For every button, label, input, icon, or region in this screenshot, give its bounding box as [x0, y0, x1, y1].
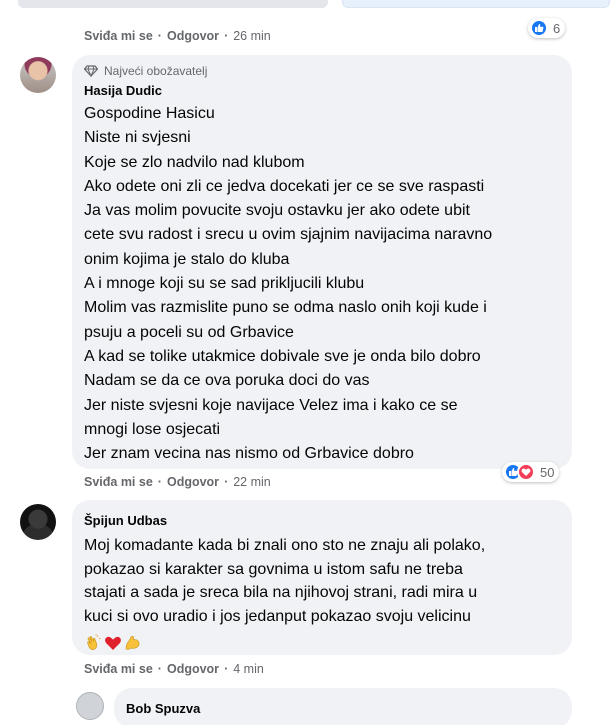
separator-dot: ·	[157, 662, 162, 676]
comment-author[interactable]: Hasija Dudic	[84, 82, 162, 99]
reaction-bubble[interactable]: 50	[502, 462, 560, 482]
comment-reactions[interactable]: 50	[502, 462, 560, 482]
like-button[interactable]: Sviđa mi se	[84, 29, 153, 43]
like-button[interactable]: Sviđa mi se	[84, 475, 153, 489]
reply-button[interactable]: Odgovor	[167, 29, 219, 43]
avatar[interactable]	[20, 504, 56, 540]
comment-bubble: Najveći obožavatelj Hasija Dudic Gospodi…	[72, 55, 572, 469]
avatar[interactable]	[76, 692, 104, 720]
top-edge	[0, 0, 614, 10]
diamond-icon	[84, 65, 98, 77]
avatar[interactable]	[20, 57, 56, 93]
reply-button[interactable]: Odgovor	[167, 662, 219, 676]
comment-time[interactable]: 26 min	[233, 29, 271, 43]
comment-line: A kad se tolike utakmice dobivale sve je…	[84, 347, 481, 365]
comment-line: Ako odete oni zli ce jedva docekati jer …	[84, 177, 485, 195]
reaction-count: 50	[540, 464, 555, 480]
comment-time[interactable]: 4 min	[233, 662, 264, 676]
separator-dot: ·	[224, 662, 229, 676]
comment-line: stajati a sada je sreca bila na njihovoj…	[84, 584, 478, 601]
separator-dot: ·	[224, 475, 229, 489]
clapping-hands-emoji	[84, 633, 102, 652]
top-fan-badge: Najveći obožavatelj	[84, 63, 560, 79]
badge-label: Najveći obožavatelj	[104, 64, 208, 78]
comment-author[interactable]: Bob Spuzva	[126, 700, 200, 717]
comment-line: mnogi lose osjecati	[84, 420, 221, 438]
red-heart-emoji	[104, 634, 122, 652]
comment-time[interactable]: 22 min	[233, 475, 271, 489]
comment-line: Koje se zlo nadvilo nad klubom	[84, 153, 305, 171]
love-reaction-icon	[517, 463, 535, 481]
comment-line: Moj komadante kada bi znali ono sto ne z…	[84, 537, 486, 554]
separator-dot: ·	[157, 475, 162, 489]
like-reaction-icon	[530, 19, 548, 37]
flexed-biceps-emoji	[124, 634, 142, 652]
emoji-row	[84, 632, 560, 654]
comment-bubble: Bob Spuzva	[114, 688, 572, 725]
previous-content-edge-right	[342, 0, 610, 8]
reaction-count: 6	[553, 20, 561, 36]
reply-button[interactable]: Odgovor	[167, 475, 219, 489]
prev-reactions[interactable]: 6	[528, 18, 566, 38]
comment-line: A i mnoge koji su se sad prikljucili klu…	[84, 275, 365, 293]
comment-actions: Sviđa mi se · Odgovor · 22 min	[84, 475, 271, 489]
comment-line: Ja vas molim povucite svoju ostavku jer …	[84, 202, 470, 220]
comment-line: pokazao si karakter sa govnima u istom s…	[84, 560, 463, 578]
comment-bubble: Špijun Udbas Moj komadante kada bi znali…	[72, 500, 572, 655]
comment-line: Nadam se da ce ova poruka doci do vas	[84, 372, 370, 390]
prev-comment-actions: Sviđa mi se · Odgovor · 26 min	[84, 29, 271, 43]
like-button[interactable]: Sviđa mi se	[84, 662, 153, 676]
comment-text: Moj komadante kada bi znali ono sto ne z…	[84, 534, 560, 628]
comment-line: Jer znam vecina nas nismo od Grbavice do…	[84, 445, 414, 463]
comment-line: Jer niste svjesni koje navijace Velez im…	[84, 396, 458, 414]
comment-line: kuci si ovo uradio i jos jedanput pokaza…	[84, 607, 471, 625]
comment-line: psuju a poceli su od Grbavice	[84, 323, 294, 341]
comment-line: Gospodine Hasicu	[84, 105, 215, 122]
comment-text: Gospodine Hasicu Niste ni svjesni Koje s…	[84, 102, 560, 466]
comment-line: Molim vas razmislite puno se odma naslo …	[84, 299, 487, 317]
comment-line: onim kojima je stalo do kluba	[84, 250, 290, 268]
comment-author[interactable]: Špijun Udbas	[84, 512, 167, 529]
separator-dot: ·	[157, 29, 162, 43]
comment-actions: Sviđa mi se · Odgovor · 4 min	[84, 662, 264, 676]
comment-line: Niste ni svjesni	[84, 129, 191, 147]
previous-content-edge	[18, 0, 328, 8]
comment-line: cete svu radost i srecu u ovim sjajnim n…	[84, 226, 493, 244]
separator-dot: ·	[224, 29, 229, 43]
reaction-bubble[interactable]: 6	[528, 18, 566, 38]
